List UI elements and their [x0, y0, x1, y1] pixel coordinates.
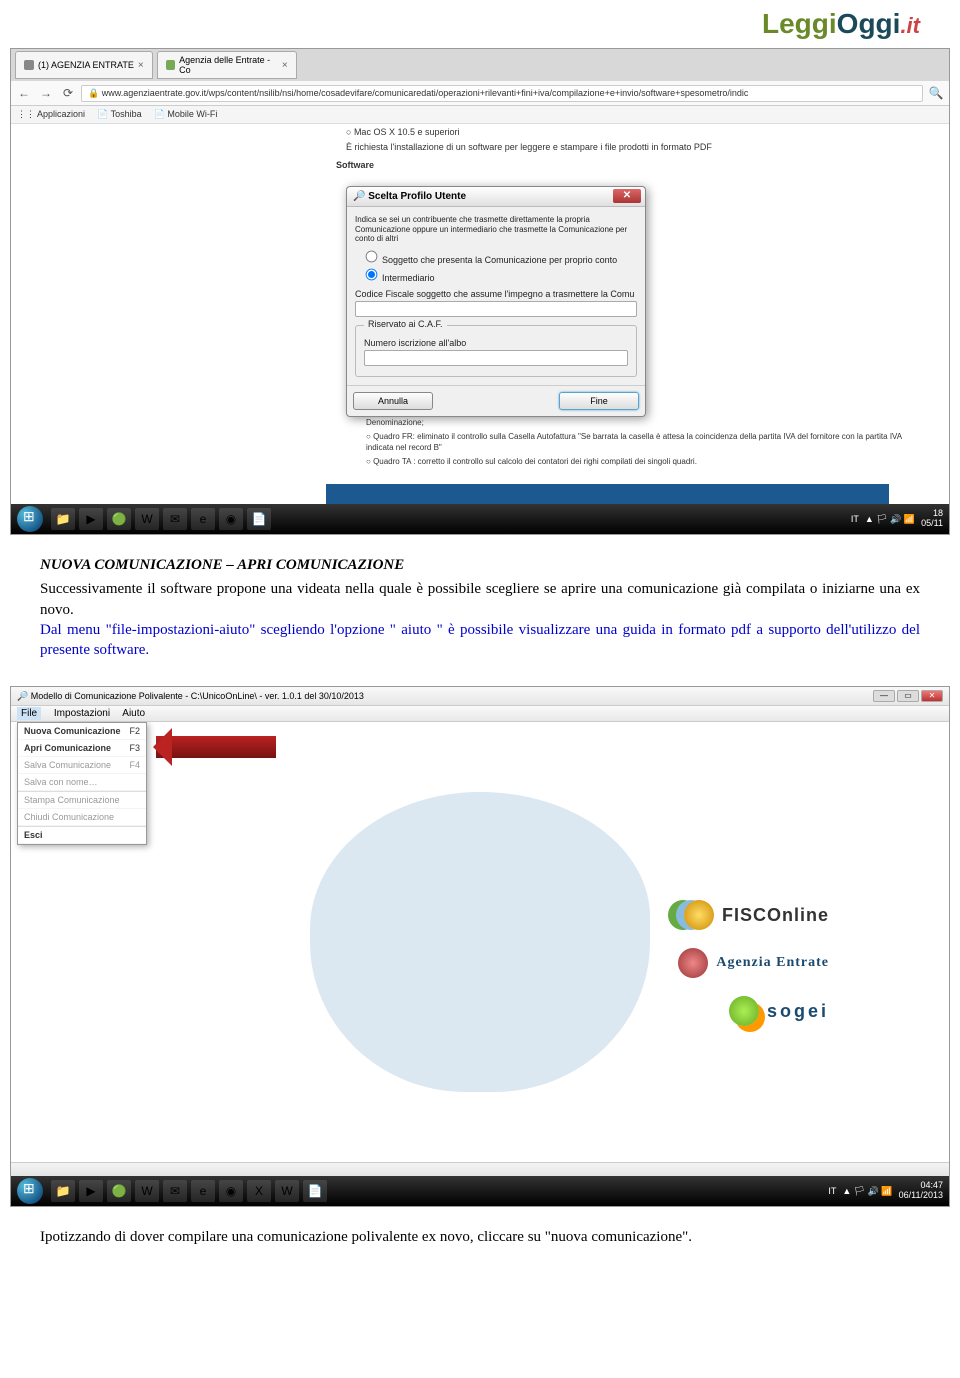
- background-logos: FISCOnline Agenzia Entrate sogei: [678, 882, 829, 1044]
- lang-indicator[interactable]: IT: [851, 514, 859, 524]
- window-buttons: — ▭ ✕: [873, 690, 943, 702]
- app-icon-1[interactable]: 🟢: [107, 508, 131, 530]
- explorer-icon[interactable]: 📁: [51, 508, 75, 530]
- media-icon[interactable]: ▶: [79, 1180, 103, 1202]
- taskbar-2: 📁 ▶ 🟢 W ✉ e ◉ X W 📄 IT ▲ 🏳 🔊 📶 04:4706/1…: [11, 1176, 949, 1206]
- ie-icon[interactable]: e: [191, 1180, 215, 1202]
- start-button[interactable]: [17, 506, 43, 532]
- menu-file[interactable]: File: [17, 707, 41, 720]
- tab-1[interactable]: (1) AGENZIA ENTRATE×: [15, 51, 153, 79]
- menu-salva-nome[interactable]: Salva con nome…: [18, 774, 146, 791]
- app-menubar: File Impostazioni Aiuto: [11, 706, 949, 722]
- thunderbird-icon[interactable]: ✉: [163, 508, 187, 530]
- cf-input[interactable]: [355, 301, 637, 317]
- tray-icons[interactable]: ▲ 🏳 🔊 📶: [865, 514, 915, 525]
- menu-esci[interactable]: Esci: [18, 827, 146, 844]
- background-shape: [310, 792, 650, 1092]
- back-icon[interactable]: ←: [15, 84, 33, 102]
- file-dropdown: Nuova ComunicazioneF2 Apri Comunicazione…: [17, 722, 147, 845]
- sogei-logo: sogei: [678, 996, 829, 1026]
- ie-icon[interactable]: e: [191, 508, 215, 530]
- thunderbird-icon[interactable]: ✉: [163, 1180, 187, 1202]
- ok-button[interactable]: Fine: [559, 392, 639, 410]
- fisconline-logo: FISCOnline: [678, 900, 829, 930]
- minimize-icon[interactable]: —: [873, 690, 895, 702]
- page-footer-notes: Denominazione; ○ Quadro FR: eliminato il…: [356, 414, 916, 472]
- blue-footer-bar: [326, 484, 889, 504]
- apps-button[interactable]: ⋮⋮ Applicazioni: [17, 109, 85, 120]
- taskbar-1: 📁 ▶ 🟢 W ✉ e ◉ 📄 IT ▲ 🏳 🔊 📶 1805/11: [11, 504, 949, 534]
- top-brand-logo: LeggiOggi.it: [0, 0, 960, 48]
- document-paragraph-2: Ipotizzando di dover compilare una comun…: [0, 1207, 960, 1267]
- app-body: Nuova ComunicazioneF2 Apri Comunicazione…: [11, 722, 949, 1162]
- word-doc-icon[interactable]: W: [275, 1180, 299, 1202]
- url-input[interactable]: 🔒 www.agenziaentrate.gov.it/wps/content/…: [81, 85, 923, 102]
- close-icon[interactable]: ✕: [921, 690, 943, 702]
- forward-icon[interactable]: →: [37, 84, 55, 102]
- bookmark-toshiba[interactable]: 📄 Toshiba: [97, 109, 142, 120]
- radio-intermediario[interactable]: Intermediario: [365, 268, 637, 283]
- clock[interactable]: 04:4706/11/2013: [899, 1181, 943, 1201]
- caf-fieldset: Riservato ai C.A.F. Numero iscrizione al…: [355, 325, 637, 377]
- document-paragraph-1: NUOVA COMUNICAZIONE – APRI COMUNICAZIONE…: [0, 535, 960, 680]
- clock[interactable]: 1805/11: [921, 509, 943, 529]
- app-icon-2[interactable]: 📄: [247, 508, 271, 530]
- tab-2[interactable]: Agenzia delle Entrate - Co×: [157, 51, 297, 79]
- tab-bar: (1) AGENZIA ENTRATE× Agenzia delle Entra…: [11, 49, 949, 81]
- menu-chiudi[interactable]: Chiudi Comunicazione: [18, 809, 146, 826]
- word-icon[interactable]: W: [135, 1180, 159, 1202]
- app-screenshot: 🔎 Modello di Comunicazione Polivalente -…: [10, 686, 950, 1207]
- tray-icons[interactable]: ▲ 🏳 🔊 📶: [842, 1186, 892, 1197]
- dialog-intro: Indica se sei un contribuente che trasme…: [355, 215, 637, 244]
- radio-soggetto[interactable]: Soggetto che presenta la Comunicazione p…: [365, 250, 637, 265]
- reload-icon[interactable]: ⟳: [59, 84, 77, 102]
- excel-icon[interactable]: X: [247, 1180, 271, 1202]
- chrome-icon[interactable]: ◉: [219, 508, 243, 530]
- search-icon[interactable]: 🔍: [927, 84, 945, 102]
- app-statusbar: [11, 1162, 949, 1176]
- maximize-icon[interactable]: ▭: [897, 690, 919, 702]
- explorer-icon[interactable]: 📁: [51, 1180, 75, 1202]
- lang-indicator[interactable]: IT: [828, 1186, 836, 1196]
- menu-stampa[interactable]: Stampa Comunicazione: [18, 792, 146, 809]
- address-bar: ← → ⟳ 🔒 www.agenziaentrate.gov.it/wps/co…: [11, 81, 949, 106]
- spesometro-icon[interactable]: 📄: [303, 1180, 327, 1202]
- bookmarks-bar: ⋮⋮ Applicazioni 📄 Toshiba 📄 Mobile Wi-Fi: [11, 106, 949, 124]
- albo-label: Numero iscrizione all'albo: [364, 338, 628, 348]
- red-arrow-annotation: [156, 736, 276, 758]
- menu-salva[interactable]: Salva ComunicazioneF4: [18, 757, 146, 774]
- cf-label: Codice Fiscale soggetto che assume l'imp…: [355, 289, 637, 299]
- cancel-button[interactable]: Annulla: [353, 392, 433, 410]
- browser-screenshot-1: (1) AGENZIA ENTRATE× Agenzia delle Entra…: [10, 48, 950, 535]
- agenzia-entrate-logo: Agenzia Entrate: [678, 948, 829, 978]
- menu-impostazioni[interactable]: Impostazioni: [54, 708, 110, 719]
- close-icon[interactable]: ✕: [613, 189, 641, 203]
- menu-aiuto[interactable]: Aiuto: [122, 708, 145, 719]
- menu-apri[interactable]: Apri ComunicazioneF3: [18, 740, 146, 757]
- app-titlebar: 🔎 Modello di Comunicazione Polivalente -…: [11, 687, 949, 706]
- page-content-1: ○ Mac OS X 10.5 e superiori È richiesta …: [11, 124, 949, 504]
- bookmark-mobile-wifi[interactable]: 📄 Mobile Wi-Fi: [154, 109, 218, 120]
- app-icon-1[interactable]: 🟢: [107, 1180, 131, 1202]
- chrome-icon[interactable]: ◉: [219, 1180, 243, 1202]
- dialog-titlebar: 🔎 Scelta Profilo Utente ✕: [347, 187, 645, 207]
- profile-dialog: 🔎 Scelta Profilo Utente ✕ Indica se sei …: [346, 186, 646, 417]
- albo-input[interactable]: [364, 350, 628, 366]
- word-icon[interactable]: W: [135, 508, 159, 530]
- menu-nuova[interactable]: Nuova ComunicazioneF2: [18, 723, 146, 740]
- media-icon[interactable]: ▶: [79, 508, 103, 530]
- start-button[interactable]: [17, 1178, 43, 1204]
